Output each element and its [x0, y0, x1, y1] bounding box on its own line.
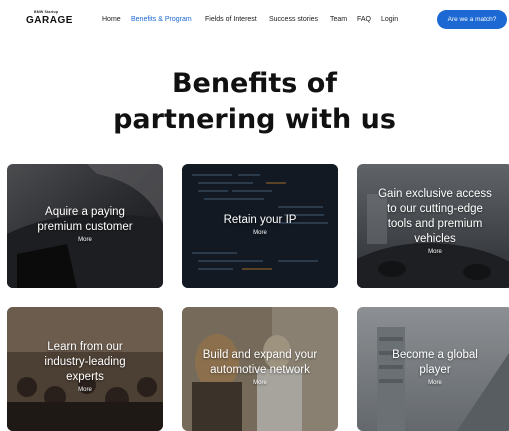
- card-title-line: tools and premium: [387, 218, 483, 230]
- card-title-line: Build and expand your: [202, 349, 318, 361]
- more-link[interactable]: More: [15, 236, 155, 245]
- benefit-card-paying-customer[interactable]: Aquire a paying premium customer More: [7, 164, 163, 288]
- card-title-line: premium customer: [37, 221, 133, 233]
- card-caption: Learn from our industry-leading experts …: [15, 340, 155, 395]
- logo-wordmark: GARAGE: [26, 15, 73, 26]
- card-caption: Retain your IP More: [190, 213, 330, 238]
- page-title-line-1: Benefits of: [171, 68, 338, 99]
- card-title-line: Learn from our: [47, 341, 123, 353]
- card-title-line: Gain exclusive access: [378, 188, 492, 200]
- more-link[interactable]: More: [15, 386, 155, 395]
- card-caption: Build and expand your automotive network…: [190, 348, 330, 388]
- card-title-line: vehicles: [414, 233, 456, 245]
- more-link[interactable]: More: [190, 379, 330, 388]
- card-title-line: player: [419, 364, 451, 376]
- nav-success-stories[interactable]: Success stories: [269, 16, 318, 23]
- card-title-line: automotive network: [210, 364, 310, 376]
- bmw-startup-garage-logo[interactable]: BMW Startup GARAGE: [26, 10, 74, 30]
- more-link[interactable]: More: [190, 229, 330, 238]
- card-caption: Become a global player More: [365, 348, 505, 388]
- benefit-card-exclusive-access[interactable]: Gain exclusive access to our cutting-edg…: [357, 164, 509, 288]
- page-title-line-2: partnering with us: [113, 104, 396, 135]
- page-title: Benefits of partnering with us: [0, 66, 509, 138]
- benefit-card-learn-from-experts[interactable]: Learn from our industry-leading experts …: [7, 307, 163, 431]
- card-title-line: experts: [66, 371, 104, 383]
- benefit-card-retain-ip[interactable]: Retain your IP More: [182, 164, 338, 288]
- card-caption: Aquire a paying premium customer More: [15, 205, 155, 245]
- logo-small-text: BMW Startup: [34, 10, 59, 14]
- nav-home[interactable]: Home: [102, 16, 121, 23]
- card-title-line: to our cutting-edge: [387, 203, 483, 215]
- more-link[interactable]: More: [365, 379, 505, 388]
- nav-fields-of-interest[interactable]: Fields of Interest: [205, 16, 257, 23]
- site-header: BMW Startup GARAGE Home Benefits & Progr…: [0, 0, 509, 40]
- card-title-line: industry-leading: [44, 356, 126, 368]
- card-title-line: Become a global: [392, 349, 478, 361]
- nav-benefits-program[interactable]: Benefits & Program: [131, 16, 192, 23]
- are-we-a-match-button[interactable]: Are we a match?: [437, 10, 507, 29]
- nav-login[interactable]: Login: [381, 16, 398, 23]
- card-caption: Gain exclusive access to our cutting-edg…: [365, 187, 505, 257]
- nav-team[interactable]: Team: [330, 16, 347, 23]
- more-link[interactable]: More: [365, 248, 505, 257]
- benefit-card-global-player[interactable]: Become a global player More: [357, 307, 509, 431]
- card-title-line: Aquire a paying: [45, 206, 125, 218]
- card-title-line: Retain your IP: [223, 214, 297, 226]
- nav-faq[interactable]: FAQ: [357, 16, 371, 23]
- benefit-card-automotive-network[interactable]: Build and expand your automotive network…: [182, 307, 338, 431]
